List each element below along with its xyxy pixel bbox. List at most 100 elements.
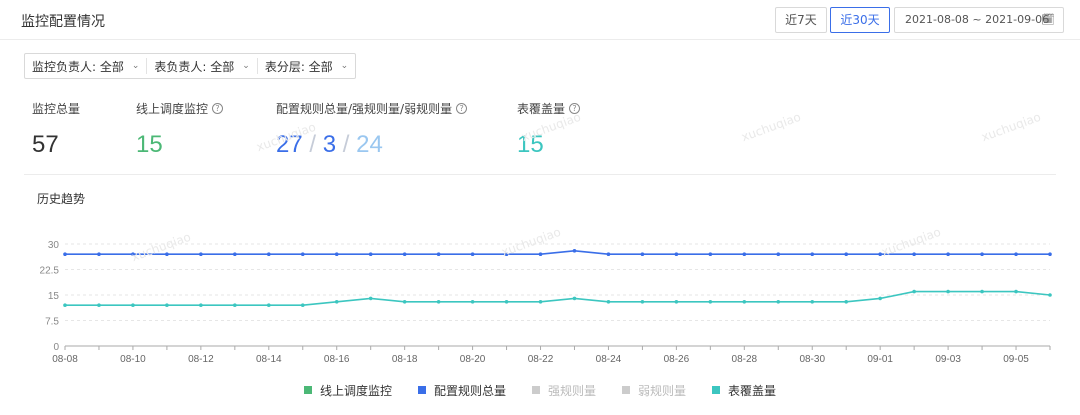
data-point: [810, 300, 815, 304]
rules-weak-value: 24: [356, 131, 383, 158]
data-point: [436, 252, 441, 256]
data-point: [131, 303, 135, 307]
data-point: [402, 252, 407, 256]
data-point: [266, 252, 271, 256]
rules-separator: /: [342, 131, 350, 158]
data-point: [674, 300, 679, 304]
data-point: [640, 300, 645, 304]
data-point: [233, 252, 237, 256]
data-point: [844, 300, 849, 304]
x-tick-label: 08-22: [528, 354, 554, 365]
help-icon[interactable]: ?: [456, 103, 468, 114]
data-point: [300, 303, 305, 307]
stat-total-label: 监控总量: [32, 102, 81, 116]
page-header: 监控配置情况 近7天 近30天 2021-08-08 ~ 2021-09-06 …: [0, 0, 1080, 40]
y-tick-label: 0: [53, 342, 59, 353]
data-point: [912, 252, 916, 256]
data-point: [131, 252, 135, 256]
x-tick-label: 08-14: [256, 354, 282, 365]
filter-table-owner[interactable]: 表负责人: 全部 ⌄: [147, 58, 258, 74]
chevron-down-icon: ⌄: [131, 61, 140, 71]
legend-label: 弱规则量: [638, 383, 687, 398]
x-tick-label: 09-05: [1003, 354, 1029, 365]
data-point: [165, 252, 169, 256]
data-point: [640, 252, 645, 256]
range-7d-button[interactable]: 近7天: [775, 7, 827, 33]
data-point: [878, 252, 882, 256]
data-point: [63, 252, 67, 256]
data-point: [368, 252, 373, 256]
stat-coverage-label: 表覆盖量 ?: [517, 100, 581, 117]
legend-item[interactable]: 配置规则总量: [417, 382, 506, 398]
data-point: [300, 252, 305, 256]
data-point: [912, 289, 916, 294]
x-tick-label: 08-28: [732, 354, 758, 365]
data-point: [606, 300, 611, 304]
legend-swatch: [531, 386, 540, 394]
filter-monitor-owner-label: 监控负责人: 全部: [32, 59, 124, 74]
data-point: [946, 289, 950, 294]
stat-total-value: 57: [32, 131, 59, 158]
y-tick-label: 15: [48, 291, 60, 302]
data-point: [776, 300, 781, 304]
legend-item[interactable]: 线上调度监控: [303, 382, 392, 398]
date-range-value: 2021-08-08 ~ 2021-09-06: [905, 13, 1050, 26]
legend-item[interactable]: 强规则量: [531, 382, 596, 398]
y-tick-label: 30: [48, 240, 60, 251]
calendar-icon: 🗓: [1041, 13, 1055, 26]
data-point: [946, 252, 950, 256]
x-tick-label: 08-20: [460, 354, 486, 365]
legend-swatch: [622, 386, 630, 394]
watermark-text: xuchuqiao: [979, 109, 1043, 145]
stat-online-label: 线上调度监控 ?: [136, 100, 224, 117]
rules-total-value: 27: [276, 131, 303, 158]
data-point: [97, 252, 101, 256]
watermark-text: xuchuqiao: [739, 109, 803, 145]
stat-coverage-value: 15: [517, 131, 544, 158]
data-point: [776, 252, 781, 256]
stat-online-value: 15: [136, 131, 163, 158]
data-point: [606, 252, 611, 256]
data-point: [708, 300, 713, 304]
legend-item[interactable]: 弱规则量: [622, 382, 686, 398]
date-range-picker[interactable]: 2021-08-08 ~ 2021-09-06 🗓: [894, 7, 1064, 33]
data-point: [572, 249, 577, 253]
data-point: [63, 303, 67, 307]
data-point: [980, 252, 984, 256]
trend-title: 历史趋势: [37, 192, 86, 206]
rules-separator: /: [309, 131, 317, 158]
data-point: [742, 300, 747, 304]
x-tick-label: 08-10: [120, 354, 146, 365]
data-point: [470, 300, 475, 304]
legend-label: 配置规则总量: [433, 383, 506, 398]
x-tick-label: 08-08: [52, 354, 78, 365]
legend-label: 强规则量: [547, 383, 596, 398]
data-point: [844, 252, 849, 256]
data-point: [504, 252, 509, 256]
divider: [24, 174, 1056, 175]
legend-swatch: [712, 386, 721, 394]
data-point: [402, 300, 407, 304]
data-point: [368, 296, 373, 301]
help-icon[interactable]: ?: [212, 103, 224, 114]
x-tick-label: 08-30: [799, 354, 825, 365]
x-tick-label: 09-01: [867, 354, 893, 365]
y-tick-label: 7.5: [45, 317, 59, 328]
data-point: [334, 252, 339, 256]
help-icon[interactable]: ?: [569, 103, 581, 114]
range-30d-button[interactable]: 近30天: [830, 7, 890, 33]
data-point: [742, 252, 747, 256]
data-point: [980, 289, 984, 294]
stat-rules-value: 27 / 3 / 24: [276, 131, 383, 159]
data-point: [878, 296, 882, 301]
legend-label: 表覆盖量: [728, 383, 777, 398]
filter-table-layer[interactable]: 表分层: 全部 ⌄: [258, 58, 355, 74]
legend-swatch: [417, 386, 426, 394]
data-point: [334, 300, 339, 304]
data-point: [165, 303, 169, 307]
chevron-down-icon: ⌄: [340, 61, 349, 71]
chevron-down-icon: ⌄: [242, 61, 250, 71]
x-tick-label: 08-12: [188, 354, 214, 365]
legend-item[interactable]: 表覆盖量: [712, 382, 776, 398]
filter-monitor-owner[interactable]: 监控负责人: 全部 ⌄: [25, 58, 148, 74]
